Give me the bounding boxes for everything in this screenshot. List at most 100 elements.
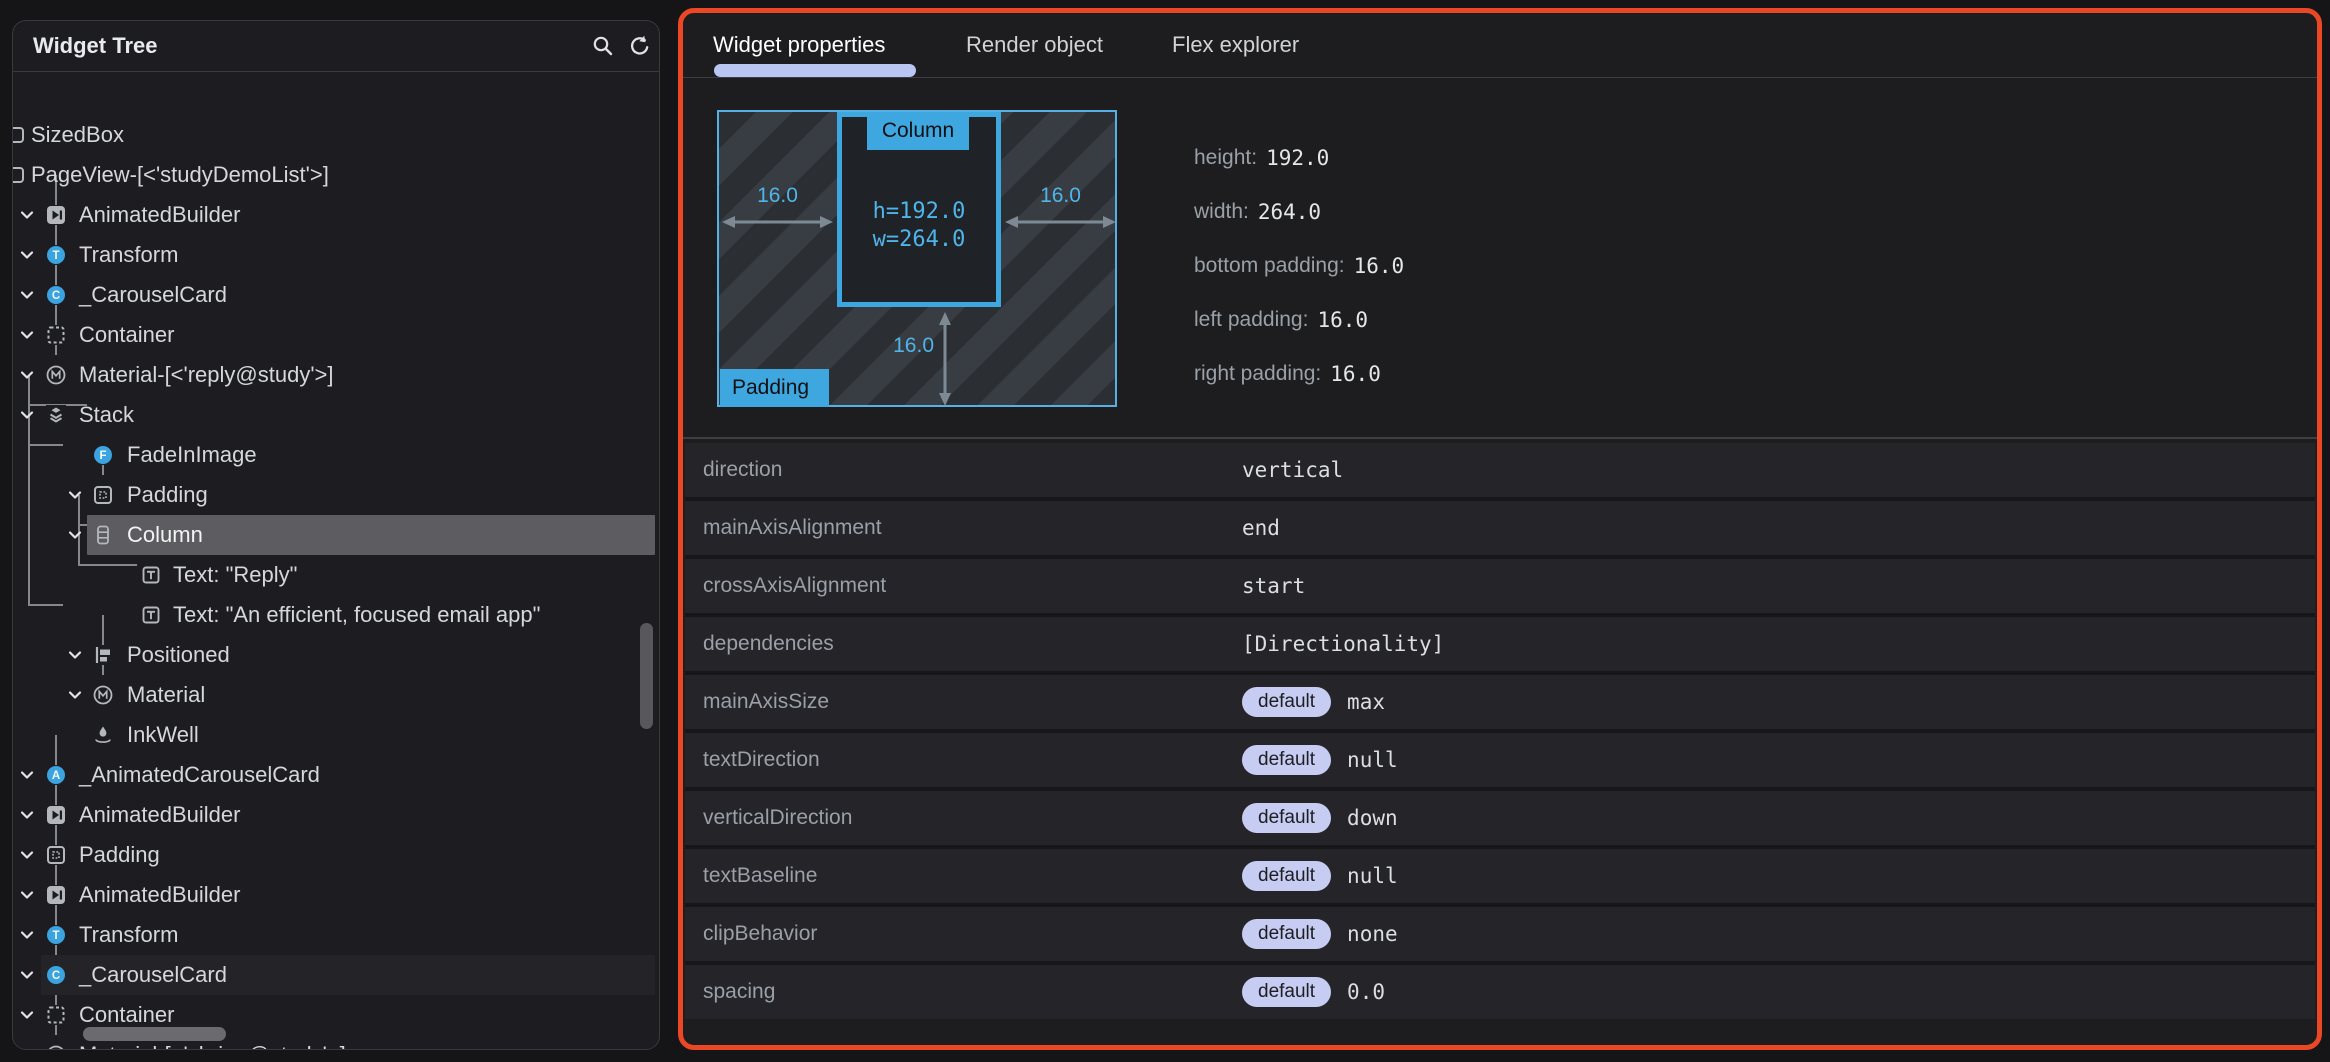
widget-properties-table: directionvertical mainAxisAlignment end cro…	[685, 443, 2315, 1019]
svg-text:T: T	[52, 250, 59, 262]
default-badge: default	[1242, 803, 1331, 833]
chevron-down-icon[interactable]	[18, 1046, 36, 1050]
property-value: max	[1347, 690, 1385, 714]
tree-row[interactable]: FFadeInImage	[13, 435, 659, 475]
property-name: verticalDirection	[685, 806, 852, 830]
tree-row[interactable]: PageView-[<'studyDemoList'>]	[13, 155, 659, 195]
animated-carousel-card-icon: A	[46, 765, 66, 785]
chevron-down-icon[interactable]	[18, 366, 36, 384]
chevron-down-icon[interactable]	[18, 966, 36, 984]
tree-row[interactable]: Container	[13, 315, 659, 355]
tree-row-label: AnimatedBuilder	[79, 202, 240, 228]
chevron-down-icon[interactable]	[18, 406, 36, 424]
tree-row[interactable]: AnimatedBuilder	[13, 875, 659, 915]
right-padding-value: 16.0	[1005, 184, 1116, 208]
property-row: clipBehaviordefaultnone	[685, 907, 2315, 961]
material-icon	[46, 1045, 66, 1050]
column-icon	[93, 525, 113, 545]
tree-row[interactable]: InkWell	[13, 715, 659, 755]
tree-row-label: _CarouselCard	[79, 962, 227, 988]
tree-row[interactable]: Padding	[13, 475, 659, 515]
vertical-scrollbar-thumb[interactable]	[640, 623, 653, 729]
flutter-devtools-inspector: Widget Tree SizedBoxPageView-[<'studyDem…	[0, 0, 2330, 1062]
layout-prop-line: left padding:16.0	[1194, 293, 1404, 347]
tree-row[interactable]: TTransform	[13, 235, 659, 275]
width-text: w=264.0	[837, 226, 1001, 254]
tab-render-object[interactable]: Render object	[966, 13, 1103, 77]
layout-prop-value: 16.0	[1317, 308, 1368, 332]
tree-row[interactable]: Text: "An efficient, focused email app"	[13, 595, 659, 635]
chevron-down-icon[interactable]	[18, 206, 36, 224]
tree-row[interactable]: Padding	[13, 835, 659, 875]
chevron-down-icon[interactable]	[18, 766, 36, 784]
tree-row-label: Text: "An efficient, focused email app"	[173, 602, 540, 628]
chevron-down-icon[interactable]	[66, 646, 84, 664]
property-value: 0.0	[1347, 980, 1385, 1004]
stack-icon	[46, 405, 66, 425]
property-value-cell: defaultnull	[1242, 733, 1398, 787]
search-icon[interactable]	[591, 34, 615, 58]
left-padding-arrow-icon	[722, 214, 833, 230]
tree-row[interactable]: C_CarouselCard	[13, 955, 659, 995]
chevron-down-icon[interactable]	[18, 1006, 36, 1024]
chevron-down-icon[interactable]	[66, 486, 84, 504]
positioned-icon	[93, 645, 113, 665]
chevron-down-icon[interactable]	[18, 286, 36, 304]
chevron-down-icon[interactable]	[18, 326, 36, 344]
chevron-down-icon[interactable]	[18, 846, 36, 864]
animated-builder-icon	[46, 205, 66, 225]
property-value: null	[1347, 748, 1398, 772]
tree-row[interactable]: Material	[13, 675, 659, 715]
tree-row-label: Container	[79, 322, 174, 348]
container-icon	[46, 325, 66, 345]
tree-row[interactable]: A_AnimatedCarouselCard	[13, 755, 659, 795]
table-divider	[683, 437, 2317, 439]
tree-row[interactable]: C_CarouselCard	[13, 275, 659, 315]
chevron-down-icon[interactable]	[66, 686, 84, 704]
property-name: clipBehavior	[685, 922, 817, 946]
property-value-cell: vertical	[1242, 443, 1343, 497]
chevron-down-icon[interactable]	[66, 526, 84, 544]
property-name: dependencies	[685, 632, 834, 656]
chevron-down-icon[interactable]	[18, 246, 36, 264]
property-name: mainAxisAlignment	[685, 516, 882, 540]
property-row: mainAxisSizedefaultmax	[685, 675, 2315, 729]
tab-flex-explorer[interactable]: Flex explorer	[1172, 13, 1299, 77]
horizontal-scrollbar-thumb[interactable]	[83, 1027, 226, 1041]
property-value: down	[1347, 806, 1398, 830]
chevron-down-icon[interactable]	[18, 886, 36, 904]
property-row: crossAxisAlignmentstart	[685, 559, 2315, 613]
tree-row-label: AnimatedBuilder	[79, 802, 240, 828]
tree-row-label: Container	[79, 1002, 174, 1028]
property-row: directionvertical	[685, 443, 2315, 497]
padding-icon	[93, 485, 113, 505]
tree-row-label: Material-[<'shrine@study'>]	[79, 1042, 346, 1050]
tree-row-label: Padding	[79, 842, 160, 868]
panel-title: Widget Tree	[33, 33, 158, 59]
property-value: end	[1242, 516, 1280, 540]
bottom-padding-value: 16.0	[834, 334, 934, 358]
ink-well-icon	[93, 725, 113, 745]
tree-row-label: Column	[127, 522, 203, 548]
tree-row[interactable]: Text: "Reply"	[13, 555, 659, 595]
tree-row[interactable]: SizedBox	[13, 115, 659, 155]
widget-tree: SizedBoxPageView-[<'studyDemoList'>] Anim…	[13, 71, 659, 1049]
chevron-down-icon[interactable]	[18, 926, 36, 944]
property-row: mainAxisAlignment end	[685, 501, 2315, 555]
property-name: spacing	[685, 980, 775, 1004]
tree-row[interactable]: Stack	[13, 395, 659, 435]
svg-text:C: C	[52, 290, 60, 302]
tree-row-label: FadeInImage	[127, 442, 257, 468]
chevron-down-icon[interactable]	[18, 806, 36, 824]
svg-text:A: A	[52, 770, 60, 782]
refresh-icon[interactable]	[628, 34, 652, 58]
tree-row[interactable]: Positioned	[13, 635, 659, 675]
tree-row[interactable]: Column	[13, 515, 659, 555]
tree-row[interactable]: Material-[<'reply@study'>]	[13, 355, 659, 395]
layout-prop-line: height:192.0	[1194, 131, 1404, 185]
tree-row[interactable]: TTransform	[13, 915, 659, 955]
tree-row[interactable]: AnimatedBuilder	[13, 795, 659, 835]
tree-row[interactable]: AnimatedBuilder	[13, 195, 659, 235]
tree-row-label: AnimatedBuilder	[79, 882, 240, 908]
tab-widget-properties[interactable]: Widget properties	[713, 13, 885, 77]
